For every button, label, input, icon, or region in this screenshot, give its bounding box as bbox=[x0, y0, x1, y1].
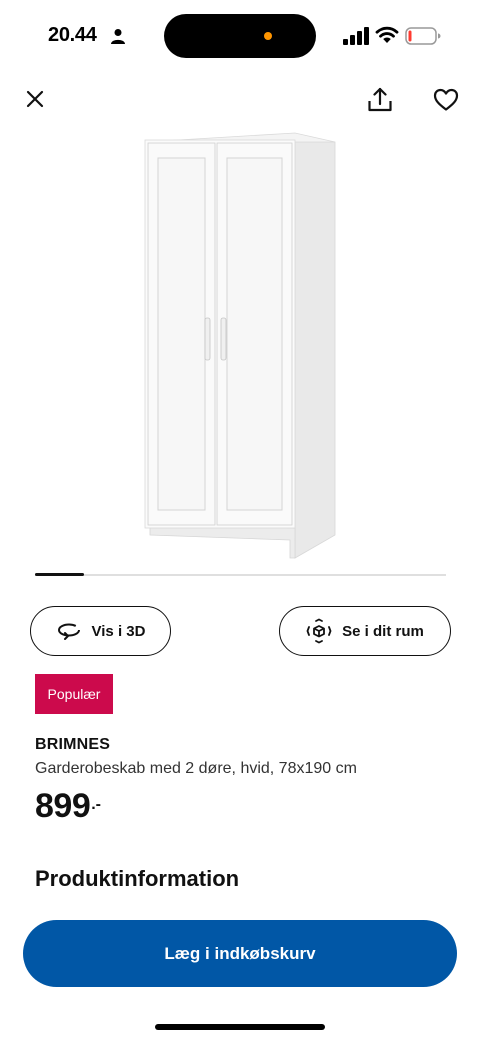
popular-badge: Populær bbox=[35, 674, 113, 714]
home-indicator[interactable] bbox=[155, 1024, 325, 1030]
rotate-3d-icon bbox=[57, 623, 80, 640]
status-bar: 20.44 bbox=[0, 0, 480, 72]
product-image[interactable] bbox=[130, 130, 350, 570]
price-integer: 899 bbox=[35, 787, 91, 825]
person-icon bbox=[111, 29, 125, 44]
price-suffix: .- bbox=[91, 796, 102, 813]
close-button[interactable] bbox=[20, 84, 50, 114]
view-3d-label: Vis i 3D bbox=[91, 622, 146, 640]
recording-indicator-dot bbox=[264, 32, 272, 40]
signal-icon bbox=[343, 27, 369, 45]
wardrobe-image bbox=[144, 132, 336, 559]
view-in-room-label: Se i dit rum bbox=[342, 622, 424, 640]
view-3d-button[interactable]: Vis i 3D bbox=[30, 606, 171, 656]
status-clock: 20.44 bbox=[48, 24, 97, 46]
product-price: 899 .- bbox=[35, 787, 102, 825]
battery-icon bbox=[405, 27, 441, 45]
wifi-icon bbox=[375, 26, 399, 43]
dynamic-island bbox=[164, 14, 316, 58]
share-icon bbox=[368, 87, 392, 112]
view-in-room-button[interactable]: Se i dit rum bbox=[279, 606, 451, 656]
carousel-progress-fill bbox=[35, 573, 85, 576]
product-description: Garderobeskab med 2 døre, hvid, 78x190 c… bbox=[35, 760, 357, 777]
product-info-heading[interactable]: Produktinformation bbox=[35, 866, 239, 892]
close-icon bbox=[26, 90, 44, 108]
favorite-button[interactable] bbox=[430, 84, 462, 116]
image-carousel-progress bbox=[35, 573, 446, 576]
ar-cube-icon bbox=[306, 618, 332, 644]
heart-icon bbox=[433, 88, 459, 111]
share-button[interactable] bbox=[364, 84, 396, 116]
add-to-cart-button[interactable]: Læg i indkøbskurv bbox=[23, 920, 457, 987]
product-name: BRIMNES bbox=[35, 736, 111, 753]
